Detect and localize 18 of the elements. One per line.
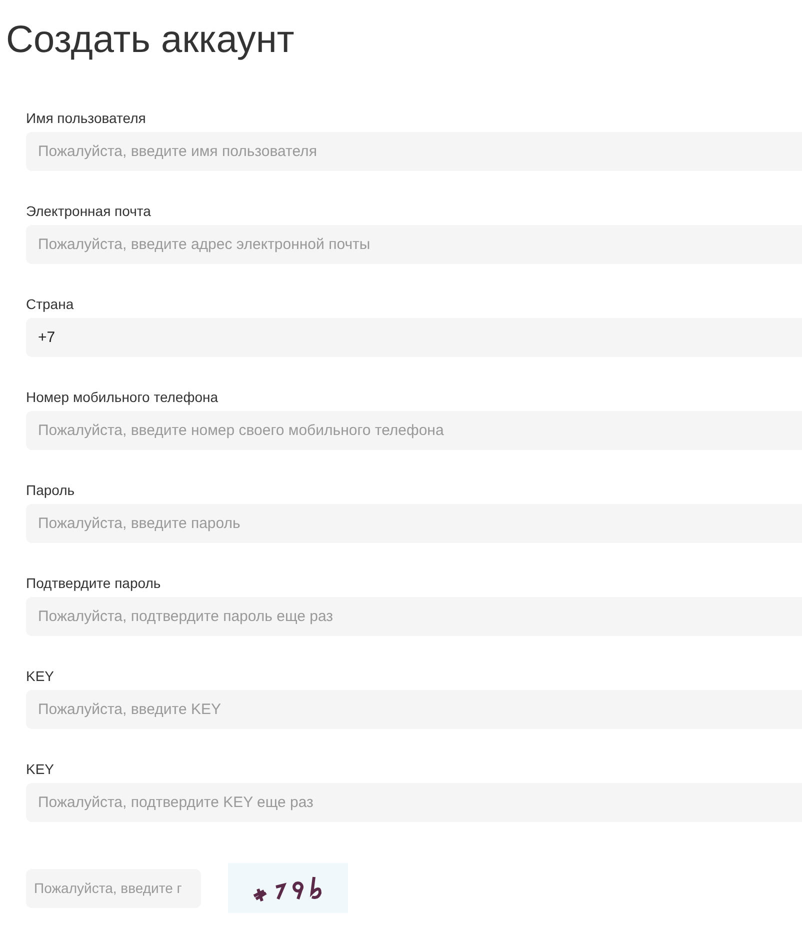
field-label: Страна (26, 295, 75, 313)
field-label: Имя пользователя (26, 109, 147, 127)
field-label: Электронная почта (26, 202, 152, 220)
input-field[interactable]: Пожалуйста, введите номер своего мобильного телефона (26, 411, 802, 450)
input-field[interactable]: Пожалуйста, подтвердите пароль еще раз (26, 597, 802, 636)
input-field[interactable]: Пожалуйста, введите пароль (26, 504, 802, 543)
field-label: KEY (26, 760, 56, 778)
input-field[interactable]: Пожалуйста, введите KEY (26, 690, 802, 729)
field-label: Пароль (26, 481, 76, 499)
input-field[interactable]: +7 (26, 318, 802, 357)
captcha-field[interactable]: Пожалуйста, введите г (26, 868, 201, 908)
field-label: Подтвердите пароль (26, 574, 162, 592)
page-title: Создать аккаунт (5, 18, 296, 63)
input-field[interactable]: Пожалуйста, подтвердите KEY еще раз (26, 783, 802, 822)
input-field[interactable]: Пожалуйста, введите адрес электронной почты (26, 225, 802, 264)
input-field[interactable]: Пожалуйста, введите имя пользователя (26, 132, 802, 171)
field-label: Номер мобильного телефона (26, 388, 220, 406)
field-label: KEY (26, 667, 56, 685)
